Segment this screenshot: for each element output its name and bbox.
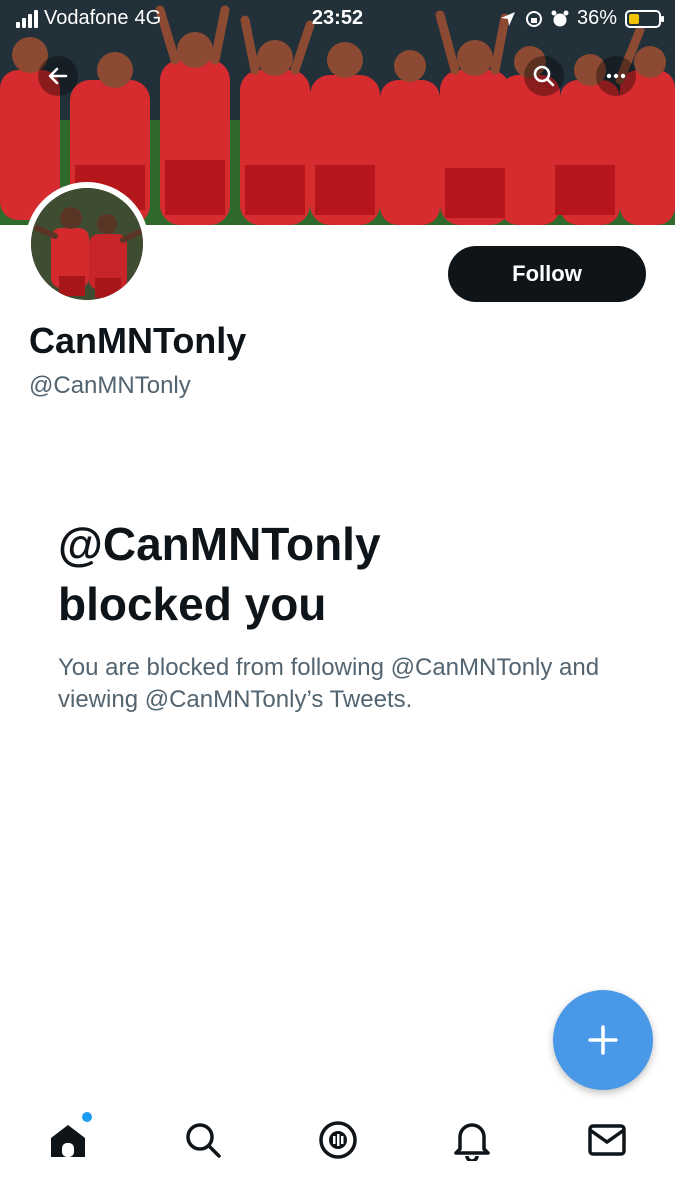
notification-dot: [82, 1112, 92, 1122]
status-bar: Vodafone 4G 23:52 36%: [0, 0, 675, 38]
rotation-lock-icon: [525, 10, 542, 27]
spaces-icon: [318, 1121, 357, 1159]
location-icon: [500, 11, 515, 26]
nav-search[interactable]: [181, 1118, 225, 1162]
follow-button[interactable]: Follow: [448, 246, 646, 302]
more-options-button[interactable]: [596, 56, 636, 96]
nav-messages[interactable]: [585, 1118, 629, 1162]
battery-level: [629, 13, 639, 24]
blocked-heading-line1: @CanMNTonly: [58, 518, 381, 570]
blocked-message: You are blocked from following @CanMNTon…: [58, 654, 600, 713]
blocked-heading-line2: blocked you: [58, 578, 327, 630]
nav-notifications[interactable]: [450, 1118, 494, 1162]
back-button[interactable]: [38, 56, 78, 96]
nav-home[interactable]: [46, 1112, 92, 1162]
mail-icon: [588, 1124, 626, 1156]
search-button[interactable]: [524, 56, 564, 96]
search-icon: [186, 1123, 221, 1158]
avatar: [31, 188, 143, 300]
blocked-heading: @CanMNTonly blocked you: [58, 514, 618, 634]
search-icon: [533, 65, 555, 87]
profile-display-name: CanMNTonly: [29, 320, 247, 361]
battery-percent: 36%: [576, 7, 617, 29]
battery-icon: [625, 9, 664, 28]
bottom-navigation: [0, 1112, 675, 1200]
more-options-icon: [606, 73, 626, 79]
plus-icon: [588, 1025, 618, 1055]
status-icons: 36%: [499, 7, 664, 30]
avatar-frame[interactable]: [25, 182, 149, 306]
back-arrow-icon: [48, 67, 68, 85]
compose-tweet-button[interactable]: [553, 990, 653, 1090]
nav-spaces[interactable]: [316, 1118, 360, 1162]
home-icon: [51, 1125, 85, 1157]
bell-icon: [454, 1123, 490, 1161]
alarm-icon: [551, 10, 569, 26]
profile-handle: @CanMNTonly: [29, 372, 191, 399]
